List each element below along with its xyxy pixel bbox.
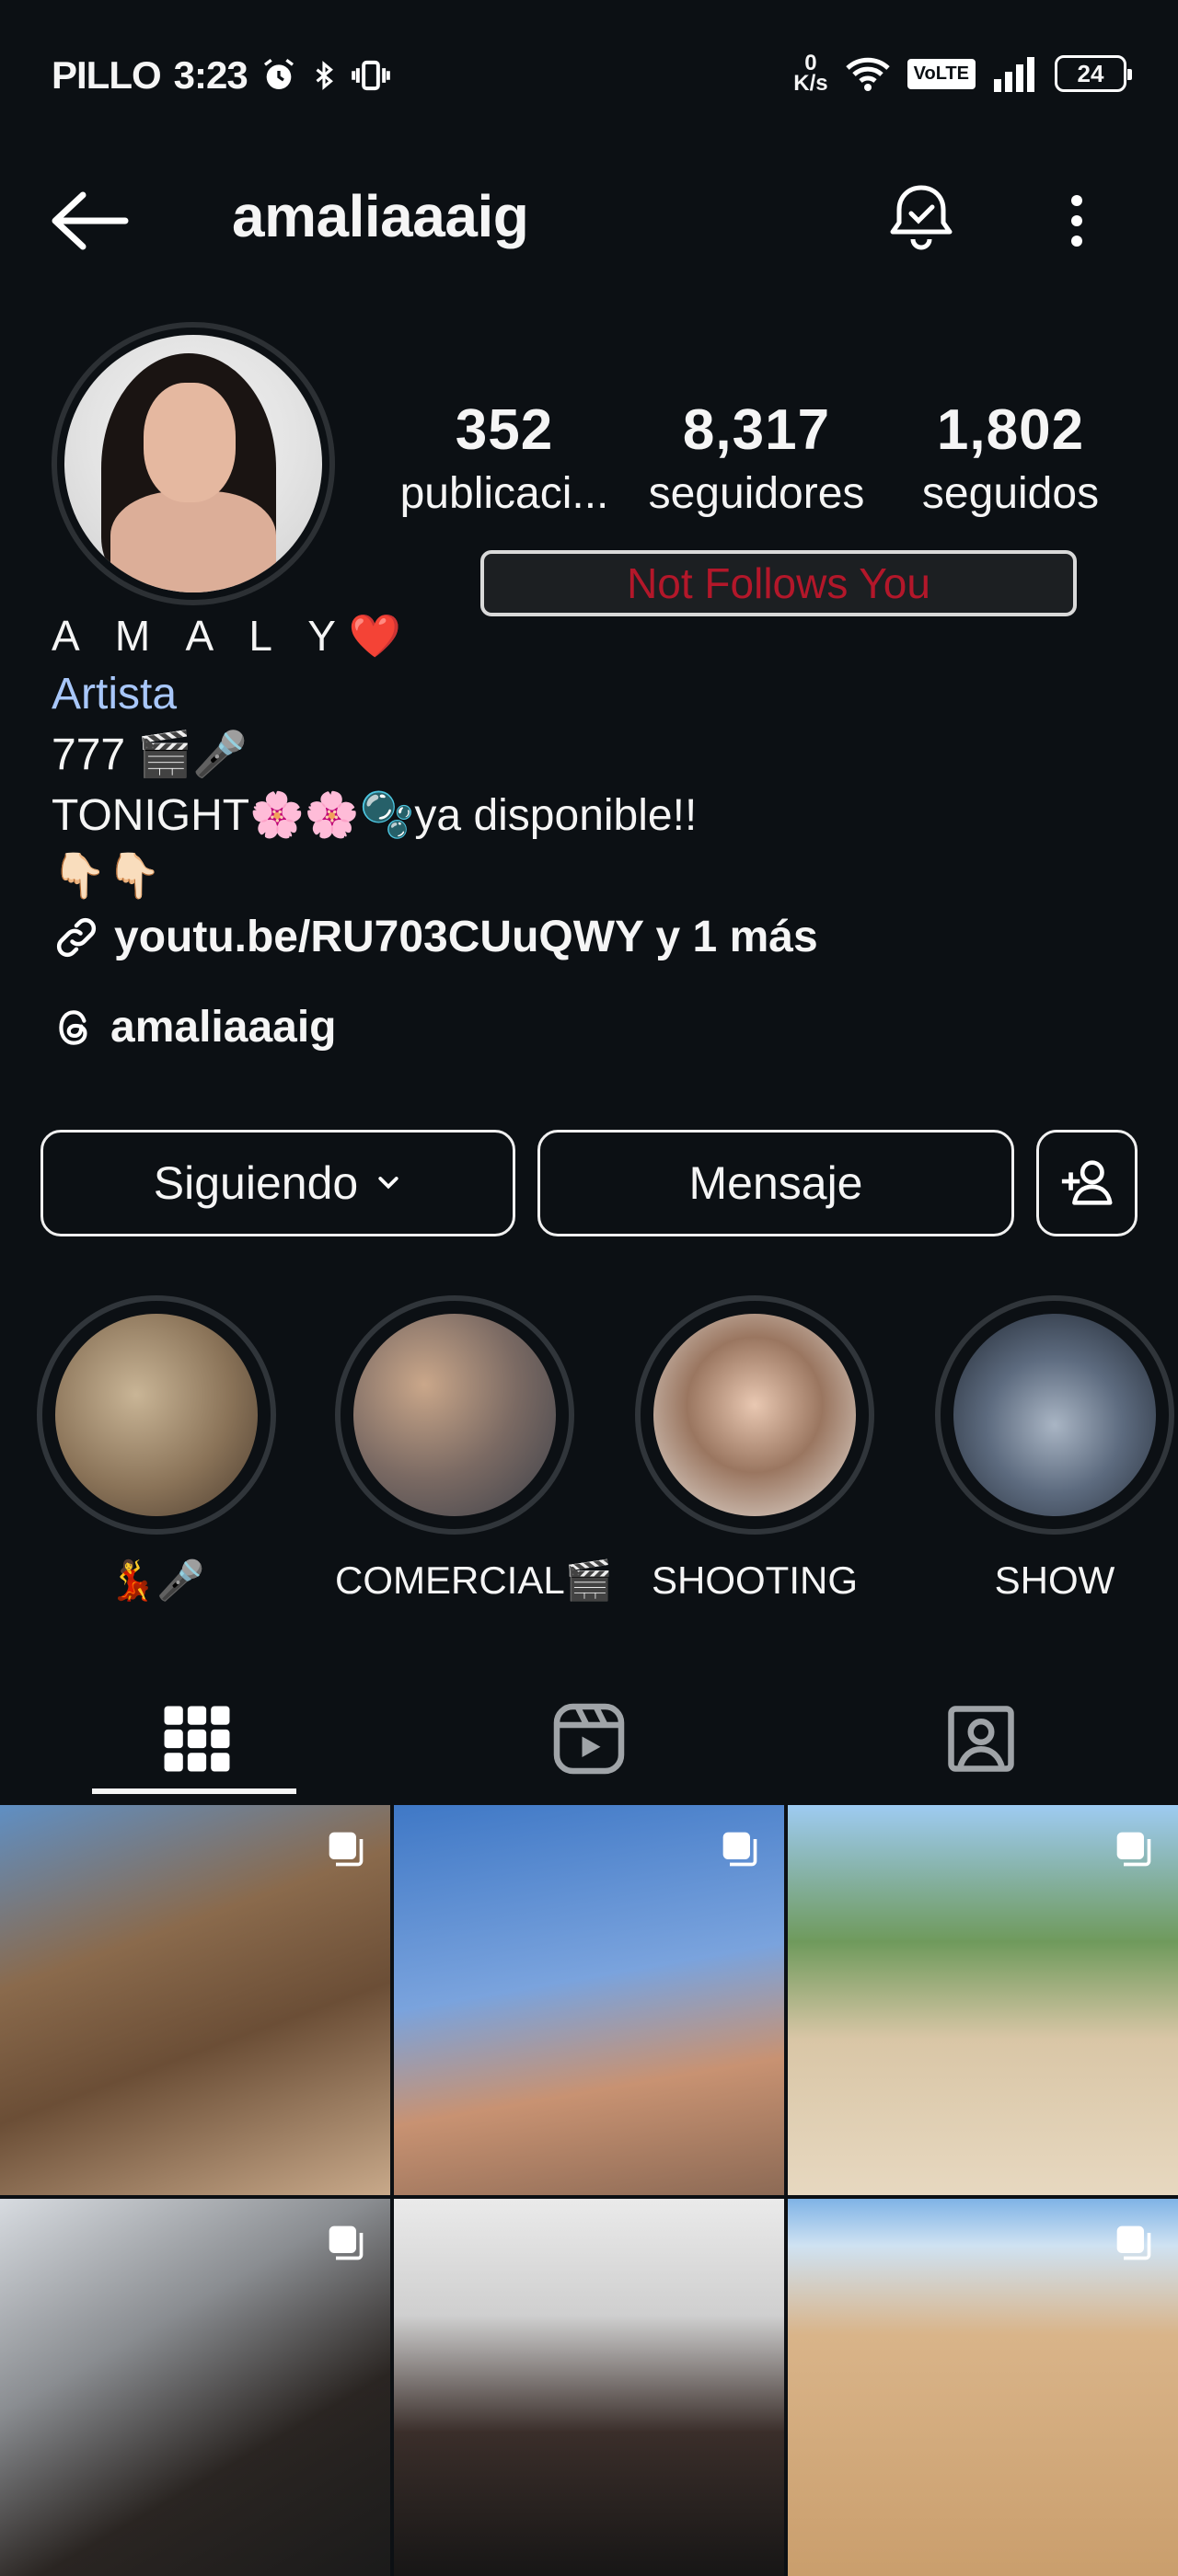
battery-indicator: 24 bbox=[1055, 55, 1132, 92]
status-right: 0 K/s VoLTE 24 bbox=[793, 52, 1132, 96]
story-highlight[interactable]: SHOOTING bbox=[635, 1295, 874, 1603]
post-thumbnail[interactable] bbox=[394, 1805, 784, 2195]
carousel-icon bbox=[329, 2225, 364, 2260]
tab-reels[interactable] bbox=[392, 1674, 786, 1803]
clock: 3:23 bbox=[173, 53, 248, 97]
story-highlight[interactable]: SHOW bbox=[935, 1295, 1174, 1603]
carrier-name: PILLO bbox=[52, 53, 162, 97]
carousel-icon bbox=[722, 1832, 757, 1867]
posts-grid bbox=[0, 1805, 1178, 2576]
following-count[interactable]: 1,802 seguidos bbox=[893, 397, 1128, 519]
active-tab-indicator bbox=[92, 1788, 296, 1794]
profile-tabs bbox=[0, 1674, 1178, 1803]
highlight-ring bbox=[335, 1295, 574, 1535]
avatar-image bbox=[64, 335, 322, 592]
carousel-icon bbox=[1116, 2225, 1151, 2260]
status-left: PILLO 3:23 bbox=[52, 53, 391, 98]
back-arrow-icon[interactable] bbox=[48, 188, 131, 254]
highlight-label: 💃🎤 bbox=[108, 1558, 205, 1602]
highlight-label: SHOOTING bbox=[651, 1558, 858, 1602]
tab-grid[interactable] bbox=[0, 1674, 394, 1803]
highlight-ring bbox=[37, 1295, 276, 1535]
signal-icon bbox=[994, 57, 1034, 92]
status-bar: PILLO 3:23 0 K/s VoLTE 24 bbox=[0, 0, 1178, 156]
posts-count[interactable]: 352 publicaci... bbox=[387, 397, 622, 519]
link-icon bbox=[56, 917, 97, 958]
tab-tagged[interactable] bbox=[784, 1674, 1178, 1803]
bio-line: 👇🏻👇🏻 bbox=[52, 852, 162, 901]
post-thumbnail[interactable] bbox=[788, 1805, 1178, 2195]
more-options-icon[interactable] bbox=[1049, 188, 1104, 254]
highlight-cover bbox=[653, 1314, 856, 1516]
highlight-ring bbox=[635, 1295, 874, 1535]
battery-level: 24 bbox=[1077, 59, 1104, 87]
highlight-cover bbox=[953, 1314, 1156, 1516]
suggest-users-button[interactable] bbox=[1036, 1130, 1138, 1236]
threads-icon bbox=[59, 1010, 87, 1045]
reels-icon bbox=[553, 1703, 625, 1775]
story-highlight[interactable]: COMERCIAL🎬 bbox=[335, 1295, 613, 1604]
highlight-label: SHOW bbox=[994, 1558, 1115, 1602]
following-count-label: seguidos bbox=[921, 469, 1100, 518]
profile-header: amaliaaaig bbox=[0, 166, 1178, 276]
post-thumbnail[interactable] bbox=[0, 1805, 390, 2195]
highlight-ring bbox=[935, 1295, 1174, 1535]
highlight-label: COMERCIAL🎬 bbox=[335, 1558, 613, 1602]
page-title: amaliaaaig bbox=[232, 183, 529, 249]
carousel-icon bbox=[1116, 1832, 1151, 1867]
speed-unit: K/s bbox=[793, 71, 828, 96]
bluetooth-icon bbox=[316, 61, 333, 90]
post-thumbnail[interactable] bbox=[788, 2199, 1178, 2576]
message-button[interactable]: Mensaje bbox=[537, 1130, 1014, 1236]
post-thumbnail[interactable] bbox=[0, 2199, 390, 2576]
notification-bell-icon[interactable] bbox=[882, 178, 961, 258]
followers-count-label: seguidores bbox=[648, 469, 865, 518]
chevron-down-icon bbox=[378, 1177, 398, 1190]
highlight-cover bbox=[353, 1314, 556, 1516]
bio-link-text: youtu.be/RU703CUuQWY y 1 más bbox=[114, 913, 818, 961]
category-label: Artista bbox=[52, 670, 178, 719]
tagged-icon bbox=[948, 1706, 1014, 1772]
threads-badge[interactable]: amaliaaaig bbox=[52, 995, 1138, 1060]
network-speed: 0 K/s bbox=[793, 52, 828, 96]
wifi-icon bbox=[845, 57, 890, 91]
volte-badge: VoLTE bbox=[907, 58, 976, 89]
alarm-icon bbox=[263, 59, 294, 89]
followers-count[interactable]: 8,317 seguidores bbox=[637, 397, 876, 519]
carousel-icon bbox=[329, 1832, 364, 1867]
message-button-label: Mensaje bbox=[688, 1157, 863, 1209]
threads-handle: amaliaaaig bbox=[110, 1003, 337, 1052]
following-count-value: 1,802 bbox=[936, 398, 1085, 462]
add-user-icon bbox=[1061, 1160, 1113, 1205]
post-thumbnail[interactable] bbox=[394, 2199, 784, 2576]
posts-count-value: 352 bbox=[455, 398, 554, 462]
followers-count-value: 8,317 bbox=[682, 398, 831, 462]
profile-bio: A M A L Y❤️ Artista 777 🎬🎤 TONIGHT🌸🌸🫧ya … bbox=[52, 607, 1138, 1060]
following-button-label: Siguiendo bbox=[153, 1157, 359, 1209]
bio-line: 777 🎬🎤 bbox=[52, 730, 248, 779]
display-name: A M A L Y❤️ bbox=[52, 612, 415, 660]
story-highlight[interactable]: 💃🎤 bbox=[37, 1295, 276, 1604]
bio-line: TONIGHT🌸🌸🫧ya disponible!! bbox=[52, 791, 698, 840]
vibrate-icon bbox=[351, 60, 390, 91]
highlight-cover bbox=[55, 1314, 258, 1516]
bio-link[interactable]: youtu.be/RU703CUuQWY y 1 más bbox=[52, 907, 1138, 968]
following-button[interactable]: Siguiendo bbox=[40, 1130, 515, 1236]
grid-icon bbox=[164, 1706, 230, 1772]
profile-avatar[interactable] bbox=[52, 322, 335, 605]
posts-count-label: publicaci... bbox=[399, 469, 609, 518]
